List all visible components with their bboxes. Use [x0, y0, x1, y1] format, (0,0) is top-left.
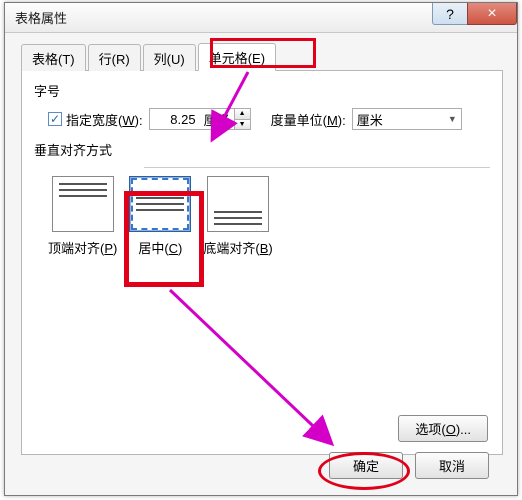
tab-strip: 表格(T) 行(R) 列(U) 单元格(E) — [21, 45, 503, 71]
tab-row[interactable]: 行(R) — [88, 44, 141, 71]
measure-unit-value: 厘米 — [357, 110, 383, 129]
valign-top-button[interactable] — [52, 176, 114, 232]
help-button[interactable]: ? — [432, 3, 468, 25]
valign-center-button[interactable] — [129, 176, 191, 232]
valign-group: 顶端对齐(P) 居中(C) 底端对齐(B) — [34, 176, 490, 257]
tab-panel-cell: 字号 ✓ 指定宽度(W): 厘米 ▲▼ 度量单位(M): 厘米 ▼ — [21, 71, 503, 455]
chevron-down-icon: ▼ — [448, 114, 457, 124]
window-buttons: ? × — [433, 3, 517, 27]
measure-unit-select[interactable]: 厘米 ▼ — [352, 108, 462, 130]
spin-up-icon[interactable]: ▲ — [234, 109, 250, 120]
valign-bottom-button[interactable] — [207, 176, 269, 232]
width-unit: 厘米 — [200, 110, 234, 129]
valign-bottom-label: 底端对齐(B) — [203, 238, 272, 257]
tab-column[interactable]: 列(U) — [143, 44, 196, 71]
close-button[interactable]: × — [467, 3, 517, 25]
valign-section-label: 垂直对齐方式 — [34, 140, 490, 159]
divider — [144, 167, 490, 168]
window-title: 表格属性 — [15, 8, 67, 27]
valign-center-label: 居中(C) — [138, 238, 182, 257]
tab-table[interactable]: 表格(T) — [21, 44, 86, 71]
valign-center-item: 居中(C) — [129, 176, 191, 257]
size-section-label: 字号 — [34, 81, 490, 100]
width-row: ✓ 指定宽度(W): 厘米 ▲▼ 度量单位(M): 厘米 ▼ — [34, 108, 490, 130]
valign-top-label: 顶端对齐(P) — [48, 238, 117, 257]
close-icon: × — [487, 5, 496, 23]
options-button[interactable]: 选项(O)... — [398, 415, 488, 442]
width-spinner[interactable]: 厘米 ▲▼ — [149, 108, 251, 130]
specify-width-label: 指定宽度(W): — [66, 110, 143, 129]
valign-bottom-item: 底端对齐(B) — [203, 176, 272, 257]
ok-button[interactable]: 确定 — [329, 452, 403, 479]
specify-width-checkbox[interactable]: ✓ — [48, 112, 62, 126]
dialog-window: 表格属性 ? × 表格(T) 行(R) 列(U) 单元格(E) 字号 ✓ 指定宽… — [4, 2, 518, 496]
width-input[interactable] — [150, 109, 200, 129]
dialog-body: 表格(T) 行(R) 列(U) 单元格(E) 字号 ✓ 指定宽度(W): 厘米 … — [5, 33, 517, 495]
cancel-button[interactable]: 取消 — [415, 452, 489, 479]
tab-cell[interactable]: 单元格(E) — [198, 43, 276, 71]
width-updown[interactable]: ▲▼ — [234, 109, 250, 129]
dialog-footer: 确定 取消 — [329, 452, 489, 479]
measure-label: 度量单位(M): — [271, 110, 346, 129]
help-icon: ? — [446, 6, 454, 22]
titlebar: 表格属性 ? × — [5, 3, 517, 33]
valign-top-item: 顶端对齐(P) — [48, 176, 117, 257]
spin-down-icon[interactable]: ▼ — [234, 120, 250, 130]
